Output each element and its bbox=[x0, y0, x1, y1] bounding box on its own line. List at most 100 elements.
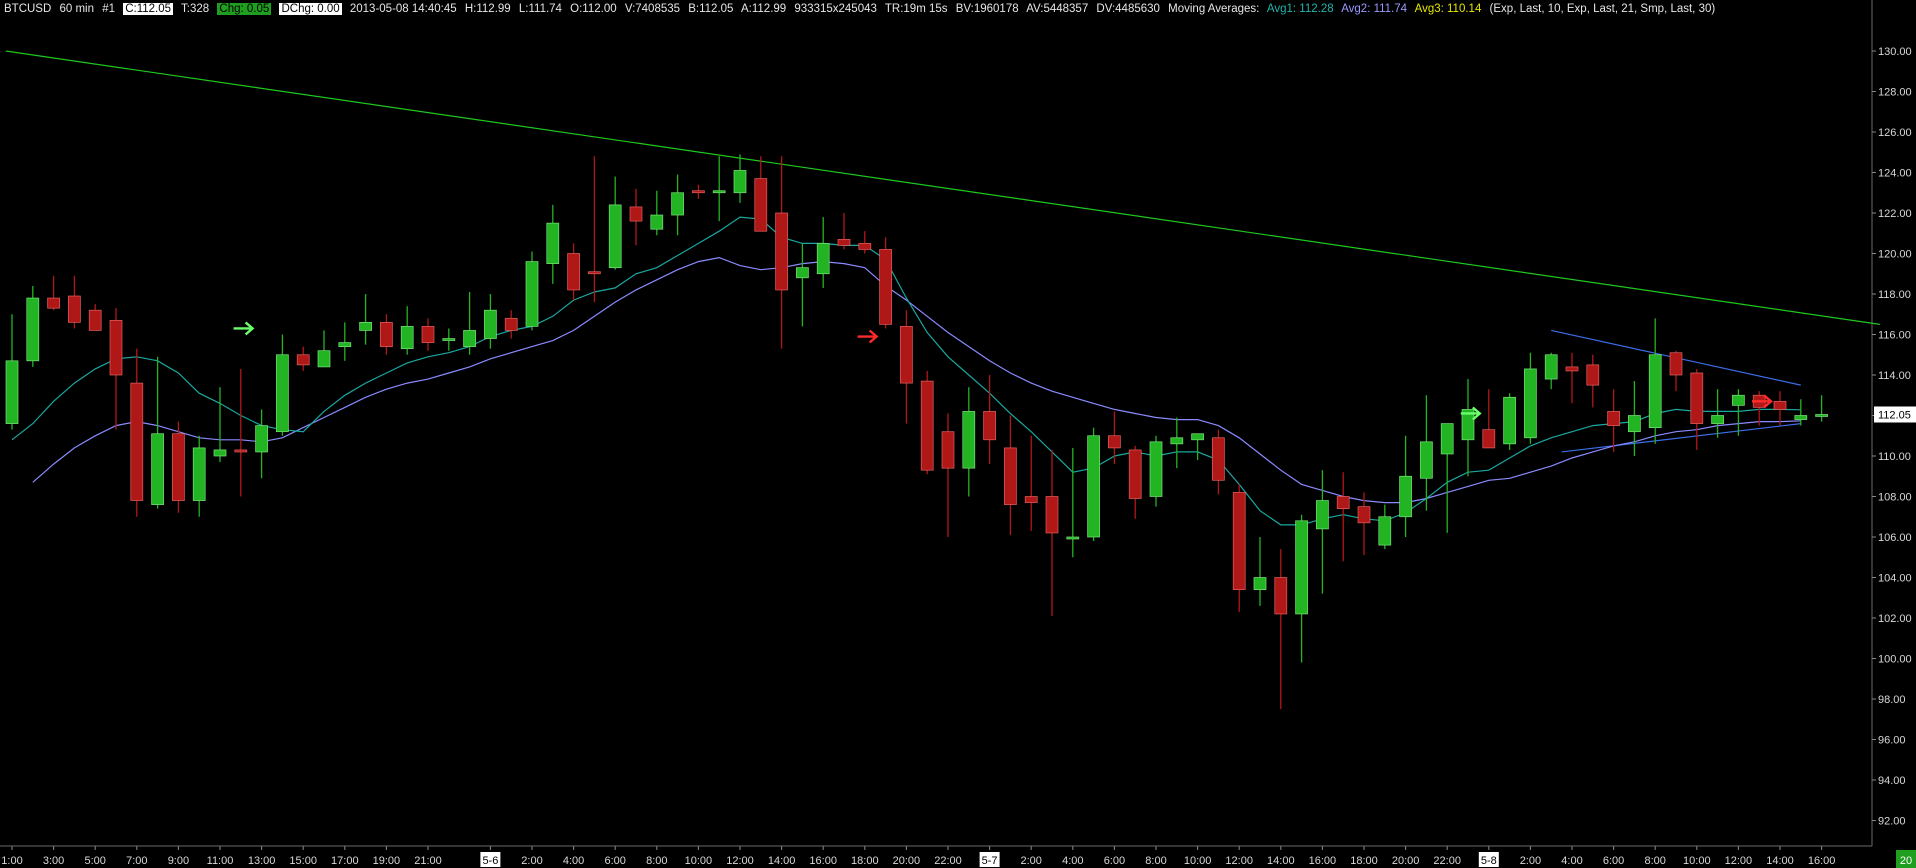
candle[interactable] bbox=[1399, 435, 1412, 537]
candle[interactable] bbox=[1544, 352, 1558, 390]
candle[interactable] bbox=[1295, 514, 1308, 663]
candle[interactable] bbox=[1170, 417, 1184, 469]
candle[interactable] bbox=[1066, 447, 1080, 558]
trendline-resistance[interactable] bbox=[5, 50, 1880, 325]
candle[interactable] bbox=[567, 243, 580, 301]
candle[interactable] bbox=[692, 184, 705, 199]
candle[interactable] bbox=[213, 387, 227, 463]
candle-body bbox=[983, 411, 996, 441]
candle[interactable] bbox=[1274, 549, 1288, 710]
candle[interactable] bbox=[920, 370, 934, 475]
candle[interactable] bbox=[1461, 379, 1475, 477]
time-axis[interactable]: 1:00 3:00 5:00 7:00 9:00 11:00 13:00 15:00 17:00… bbox=[1, 846, 1916, 868]
candle[interactable] bbox=[296, 346, 310, 371]
candle[interactable] bbox=[1794, 399, 1808, 426]
candle[interactable] bbox=[900, 310, 913, 424]
candle[interactable] bbox=[1212, 429, 1225, 495]
candle[interactable] bbox=[1711, 389, 1724, 438]
candle[interactable] bbox=[255, 409, 268, 479]
candle[interactable] bbox=[712, 156, 726, 222]
plot-area[interactable] bbox=[0, 0, 1880, 847]
candle[interactable] bbox=[775, 156, 788, 349]
candle[interactable] bbox=[858, 231, 872, 254]
candle[interactable] bbox=[546, 204, 560, 284]
candle[interactable] bbox=[130, 348, 144, 517]
candle[interactable] bbox=[1607, 389, 1620, 452]
candle[interactable] bbox=[5, 314, 19, 430]
candle[interactable] bbox=[608, 176, 622, 270]
candle[interactable] bbox=[442, 328, 456, 351]
candle[interactable] bbox=[1232, 484, 1246, 612]
price-tick-label: 130.00 bbox=[1878, 46, 1912, 58]
candle[interactable] bbox=[1087, 427, 1100, 542]
candle[interactable] bbox=[1669, 350, 1683, 392]
candle[interactable] bbox=[1378, 504, 1392, 550]
candle[interactable] bbox=[650, 190, 664, 236]
candle[interactable] bbox=[1336, 472, 1350, 562]
candle[interactable] bbox=[983, 375, 996, 465]
candle[interactable] bbox=[1108, 411, 1121, 465]
candle[interactable] bbox=[1357, 492, 1371, 556]
candle[interactable] bbox=[629, 188, 643, 246]
candle[interactable] bbox=[504, 310, 518, 339]
candle[interactable] bbox=[463, 291, 476, 355]
candle[interactable] bbox=[484, 294, 497, 349]
candle[interactable] bbox=[317, 330, 331, 368]
candle[interactable] bbox=[1420, 395, 1433, 511]
candle[interactable] bbox=[1128, 445, 1142, 519]
candle[interactable] bbox=[1149, 435, 1163, 507]
candle[interactable] bbox=[234, 368, 248, 497]
candle-body bbox=[1669, 352, 1683, 376]
buy-signal-arrow-icon[interactable] bbox=[233, 321, 255, 336]
candle[interactable] bbox=[1191, 433, 1204, 461]
price-axis[interactable]: 130.00 128.00 126.00 124.00 122.00 120.00 118.… bbox=[1872, 46, 1916, 828]
candle[interactable] bbox=[1815, 395, 1828, 422]
candle[interactable] bbox=[816, 217, 830, 288]
candle[interactable] bbox=[1690, 368, 1704, 450]
candle[interactable] bbox=[380, 314, 393, 355]
candle[interactable] bbox=[1565, 352, 1579, 404]
time-tick-label: 8:00 bbox=[1644, 855, 1665, 867]
candle[interactable] bbox=[1482, 389, 1496, 449]
candle[interactable] bbox=[109, 308, 123, 430]
candle[interactable] bbox=[754, 156, 768, 232]
candle[interactable] bbox=[941, 413, 955, 537]
candle[interactable] bbox=[172, 421, 185, 513]
candle-body bbox=[1524, 368, 1537, 439]
candle[interactable] bbox=[1586, 354, 1600, 408]
candle[interactable] bbox=[421, 318, 435, 351]
candle[interactable] bbox=[796, 243, 809, 327]
candle[interactable] bbox=[1732, 389, 1745, 436]
candle[interactable] bbox=[88, 304, 102, 331]
candle[interactable] bbox=[1440, 423, 1454, 533]
candle[interactable] bbox=[359, 294, 372, 345]
candle[interactable] bbox=[962, 387, 976, 497]
candle[interactable] bbox=[1628, 381, 1641, 456]
corner-badge[interactable]: 20 bbox=[1896, 850, 1916, 868]
candle[interactable] bbox=[1253, 537, 1267, 606]
candle[interactable] bbox=[1648, 318, 1662, 444]
candle[interactable] bbox=[47, 275, 60, 311]
candle[interactable] bbox=[1045, 449, 1059, 616]
candle[interactable] bbox=[1503, 393, 1516, 450]
sell-signal-arrow-icon[interactable] bbox=[857, 329, 879, 344]
candle[interactable] bbox=[733, 154, 747, 203]
candle[interactable] bbox=[525, 251, 539, 331]
candle[interactable] bbox=[192, 435, 206, 517]
candle[interactable] bbox=[68, 275, 81, 329]
candle[interactable] bbox=[400, 306, 414, 355]
candle[interactable] bbox=[151, 356, 164, 509]
candle[interactable] bbox=[26, 285, 40, 367]
candle[interactable] bbox=[276, 334, 289, 436]
candle[interactable] bbox=[837, 213, 851, 250]
candle[interactable] bbox=[1024, 435, 1038, 531]
candle[interactable] bbox=[671, 174, 684, 236]
candle[interactable] bbox=[879, 237, 892, 329]
candle[interactable] bbox=[1524, 352, 1537, 444]
candle[interactable] bbox=[338, 322, 352, 361]
trendline-triangle-bottom[interactable] bbox=[1561, 423, 1801, 453]
candle[interactable] bbox=[1773, 391, 1787, 426]
price-chart[interactable]: 130.00 128.00 126.00 124.00 122.00 120.00 118.… bbox=[0, 0, 1916, 868]
candle[interactable] bbox=[1004, 415, 1017, 535]
candle[interactable] bbox=[588, 156, 601, 303]
